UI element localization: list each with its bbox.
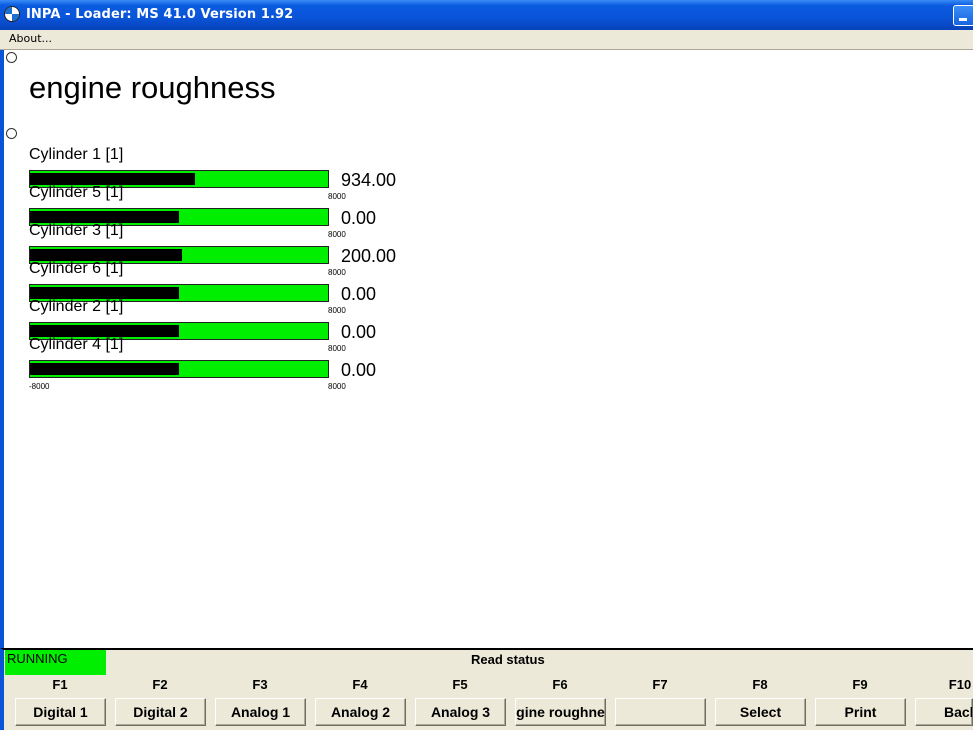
function-key-label-f4: F4 <box>352 677 368 692</box>
function-button-f9[interactable]: Print <box>815 698 906 726</box>
function-button-f7[interactable] <box>615 698 706 726</box>
gauge-label: Cylinder 2 [1] <box>29 298 124 315</box>
function-button-f4[interactable]: Analog 2 <box>315 698 406 726</box>
gauge-scale-max: 8000 <box>328 192 346 201</box>
function-button-f2[interactable]: Digital 2 <box>115 698 206 726</box>
gauge-value: 0.00 <box>341 284 377 304</box>
function-key-label-f5: F5 <box>452 677 468 692</box>
gauge-scale-max: 8000 <box>328 268 346 277</box>
function-key-label-f10: F10 <box>948 677 972 692</box>
gauge-scale-max: 8000 <box>328 344 346 353</box>
function-key-label-f3: F3 <box>252 677 268 692</box>
function-key-label-f1: F1 <box>52 677 68 692</box>
function-button-f8[interactable]: Select <box>715 698 806 726</box>
gauge-label: Cylinder 1 [1] <box>29 146 124 163</box>
menu-bar: About... <box>0 30 973 50</box>
bmw-logo-icon <box>4 6 20 22</box>
gauge-label: Cylinder 6 [1] <box>29 260 124 277</box>
function-button-f3[interactable]: Analog 1 <box>215 698 306 726</box>
gauge-scale-min: -8000 <box>29 382 50 391</box>
menu-item-about[interactable]: About... <box>9 32 52 45</box>
status-running-indicator: RUNNING <box>5 650 106 675</box>
function-key-label-f6: F6 <box>552 677 568 692</box>
function-button-f5[interactable]: Analog 3 <box>415 698 506 726</box>
gauge-label: Cylinder 5 [1] <box>29 184 124 201</box>
gauge-value: 0.00 <box>341 208 377 228</box>
gauge-bar-fill <box>30 363 179 375</box>
gauge-label: Cylinder 4 [1] <box>29 336 124 353</box>
function-button-f10[interactable]: Back <box>915 698 973 726</box>
gauge-bar <box>29 360 329 378</box>
function-key-label-f8: F8 <box>752 677 768 692</box>
minimize-button[interactable] <box>953 5 973 26</box>
gauge-value: 0.00 <box>341 360 377 380</box>
radio-indicator[interactable] <box>6 52 17 63</box>
gauge-value: 934.00 <box>341 170 397 190</box>
function-button-f6[interactable]: gine roughne <box>515 698 606 726</box>
function-button-f1[interactable]: Digital 1 <box>15 698 106 726</box>
radio-indicator[interactable] <box>6 128 17 139</box>
function-key-label-f2: F2 <box>152 677 168 692</box>
function-key-label-f7: F7 <box>652 677 668 692</box>
gauge-value: 200.00 <box>341 246 397 266</box>
gauge-scale-max: 8000 <box>328 382 346 391</box>
gauge-scale-max: 8000 <box>328 306 346 315</box>
main-display <box>0 50 973 648</box>
page-title: engine roughness <box>29 70 276 105</box>
gauge-scale-max: 8000 <box>328 230 346 239</box>
window-title: INPA - Loader: MS 41.0 Version 1.92 <box>26 7 294 22</box>
title-bar[interactable]: INPA - Loader: MS 41.0 Version 1.92 <box>0 0 973 30</box>
gauge-value: 0.00 <box>341 322 377 342</box>
status-text: Read status <box>471 652 545 667</box>
function-key-label-f9: F9 <box>852 677 868 692</box>
gauge-label: Cylinder 3 [1] <box>29 222 124 239</box>
